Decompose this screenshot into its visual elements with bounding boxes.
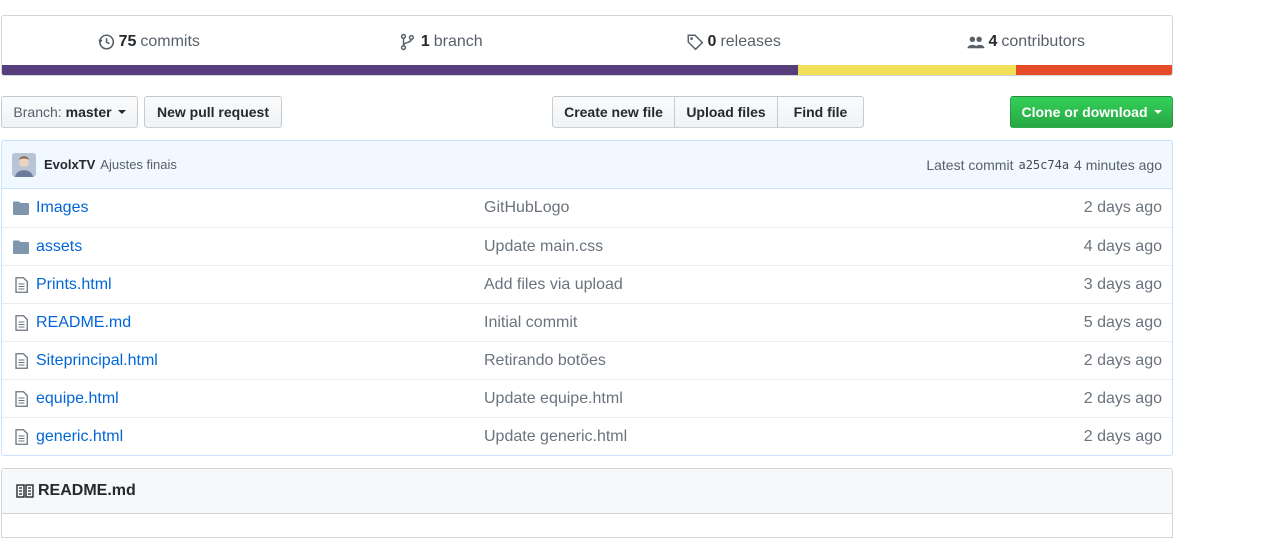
branch-icon (400, 33, 414, 50)
commits-link[interactable]: 75 commits (2, 33, 295, 51)
file-icon (12, 314, 30, 332)
tag-icon (687, 34, 703, 50)
commit-author[interactable]: EvolxTV (44, 157, 95, 172)
branches-link[interactable]: 1 branch (295, 33, 588, 51)
language-segment[interactable] (797, 65, 1017, 75)
folder-icon (12, 199, 30, 217)
commits-label: commits (140, 32, 200, 50)
file-row: generic.html Update generic.html 2 days ag… (2, 417, 1172, 455)
file-actions-group: Create new file Upload files Find file (552, 96, 864, 128)
file-age: 4 days ago (1083, 237, 1162, 255)
file-age: 2 days ago (1083, 199, 1162, 216)
contributors-label: contributors (1001, 32, 1085, 50)
file-commit-message[interactable]: Update main.css (484, 238, 1084, 256)
repo-summary: 75 commits 1 branch 0 releases 4 contrib… (1, 15, 1173, 76)
contributors-count: 4 (988, 32, 998, 50)
upload-files-button[interactable]: Upload files (674, 96, 778, 128)
file-name-link[interactable]: generic.html (36, 428, 484, 446)
file-age: 2 days ago (1083, 427, 1162, 445)
commit-sha[interactable]: a25c74a (1018, 158, 1069, 172)
branch-prefix: Branch: (13, 104, 62, 120)
commits-count: 75 (118, 32, 137, 50)
file-table: EvolxTV Ajustes finais Latest commit a25… (1, 140, 1173, 456)
file-name-link[interactable]: equipe.html (36, 390, 484, 408)
file-age: 2 days ago (1083, 351, 1162, 369)
file-row: equipe.html Update equipe.html 2 days ago (2, 379, 1172, 417)
file-toolbar: Branch: master New pull request Create n… (1, 96, 1173, 128)
file-commit-message[interactable]: GitHubLogo (484, 199, 1084, 217)
chevron-down-icon (1153, 110, 1162, 114)
book-icon (16, 484, 34, 498)
file-row: Images GitHubLogo 2 days ago (2, 189, 1172, 227)
people-icon (966, 36, 985, 48)
find-file-button[interactable]: Find file (777, 96, 864, 128)
folder-icon (12, 238, 30, 256)
chevron-down-icon (117, 110, 126, 114)
new-pull-request-button[interactable]: New pull request (144, 96, 282, 128)
repository-overview: 75 commits 1 branch 0 releases 4 contrib… (1, 15, 1173, 538)
file-name-link[interactable]: README.md (36, 314, 484, 332)
releases-link[interactable]: 0 releases (587, 33, 880, 51)
stats-bar: 75 commits 1 branch 0 releases 4 contrib… (2, 16, 1172, 67)
file-commit-message[interactable]: Update generic.html (484, 428, 1084, 446)
file-icon (12, 352, 30, 370)
releases-label: releases (720, 32, 781, 50)
file-row: assets Update main.css 4 days ago (2, 227, 1172, 265)
file-age: 3 days ago (1083, 275, 1162, 293)
readme-panel: README.md (1, 468, 1173, 538)
releases-count: 0 (707, 32, 717, 50)
branch-name: master (65, 104, 112, 120)
latest-commit-bar: EvolxTV Ajustes finais Latest commit a25… (2, 141, 1172, 189)
contributors-link[interactable]: 4 contributors (880, 33, 1173, 51)
file-commit-message[interactable]: Update equipe.html (484, 390, 1084, 408)
branches-label: branch (433, 32, 483, 50)
readme-title: README.md (38, 482, 136, 499)
file-commit-message[interactable]: Retirando botões (484, 352, 1084, 370)
clone-or-download-button[interactable]: Clone or download (1010, 96, 1173, 128)
branch-select-button[interactable]: Branch: master (1, 96, 138, 128)
branches-count: 1 (420, 32, 430, 50)
file-row: README.md Initial commit 5 days ago (2, 303, 1172, 341)
commit-message[interactable]: Ajustes finais (100, 157, 177, 172)
file-row: Prints.html Add files via upload 3 days ag… (2, 265, 1172, 303)
file-age: 2 days ago (1083, 389, 1162, 407)
file-list: Images GitHubLogo 2 days ago assets Update m… (2, 189, 1172, 455)
file-icon (12, 390, 30, 408)
commit-meta: Latest commit a25c74a 4 minutes ago (926, 157, 1162, 173)
file-commit-message[interactable]: Add files via upload (484, 276, 1084, 294)
create-new-file-button[interactable]: Create new file (552, 96, 675, 128)
file-name-link[interactable]: Images (36, 199, 484, 217)
file-name-link[interactable]: Prints.html (36, 276, 484, 294)
history-icon (97, 33, 114, 50)
file-icon (12, 428, 30, 446)
clone-or-download-label: Clone or download (1021, 104, 1148, 120)
avatar[interactable] (12, 152, 36, 177)
commit-time: 4 minutes ago (1074, 156, 1162, 173)
file-name-link[interactable]: Siteprincipal.html (36, 352, 484, 370)
file-age: 5 days ago (1083, 313, 1162, 331)
latest-commit-label: Latest commit (926, 156, 1014, 173)
file-name-link[interactable]: assets (36, 238, 484, 256)
language-segment[interactable] (2, 65, 798, 75)
readme-header: README.md (2, 469, 1172, 514)
file-commit-message[interactable]: Initial commit (484, 314, 1084, 332)
language-bar[interactable] (2, 65, 1172, 75)
language-segment[interactable] (1016, 65, 1172, 75)
file-row: Siteprincipal.html Retirando botões 2 days… (2, 341, 1172, 379)
file-icon (12, 276, 30, 294)
